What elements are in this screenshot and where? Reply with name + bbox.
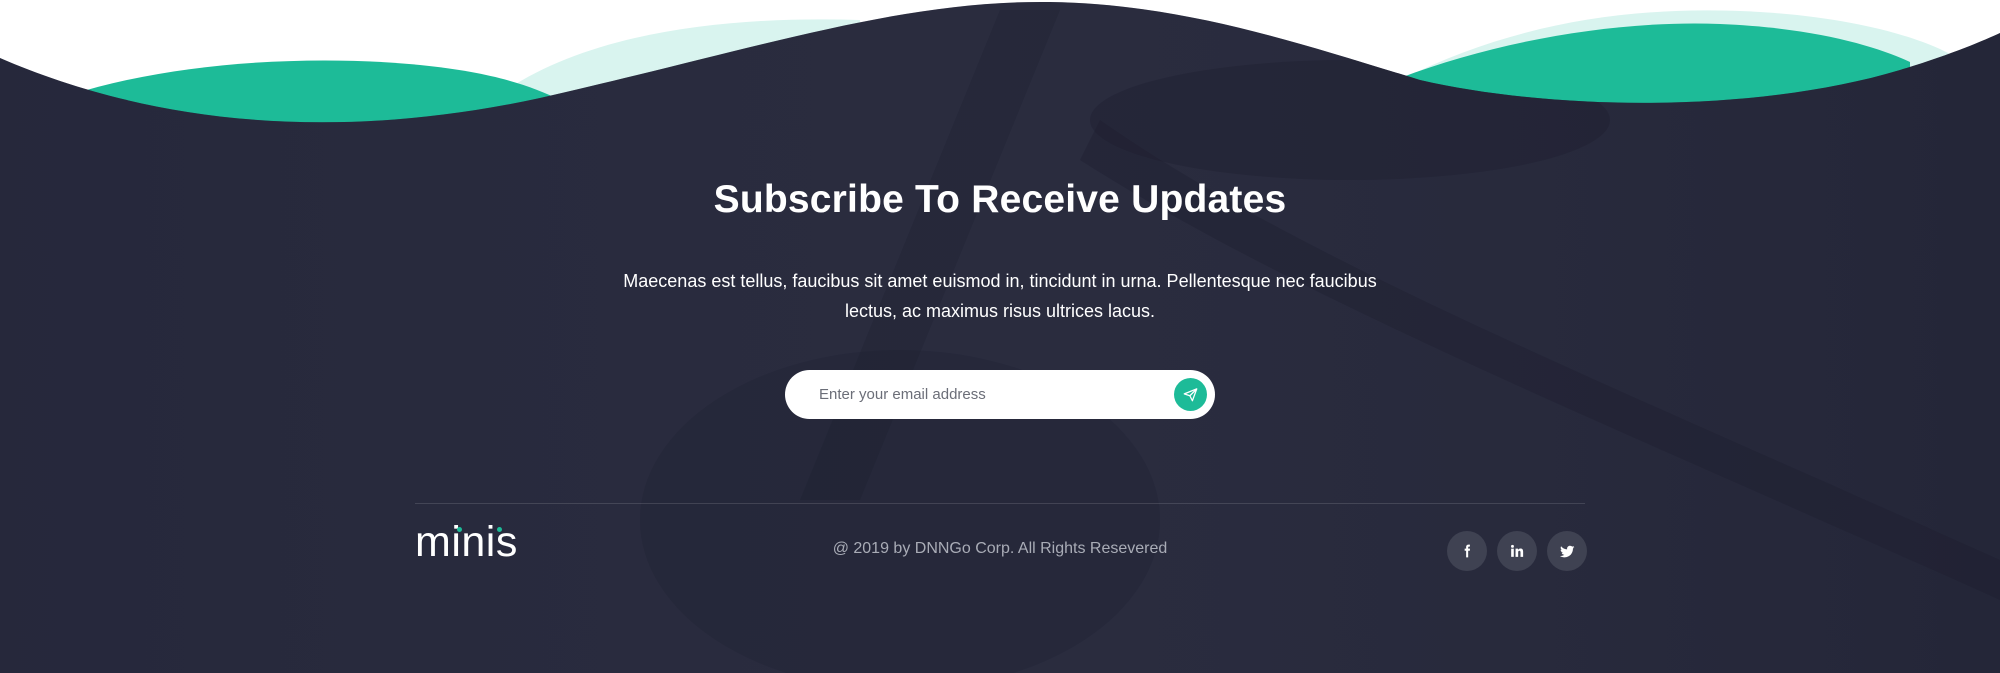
logo-dot-left — [457, 527, 462, 532]
paper-plane-icon — [1183, 388, 1198, 402]
social-links — [1447, 531, 1587, 571]
footer-divider — [415, 503, 1585, 504]
subscribe-title: Subscribe To Receive Updates — [713, 178, 1287, 221]
subscribe-description: Maecenas est tellus, faucibus sit amet e… — [623, 271, 1377, 321]
facebook-link[interactable] — [1447, 531, 1487, 571]
copyright-text: @ 2019 by DNNGo Corp. All Rights Resever… — [832, 540, 1168, 557]
linkedin-icon — [1511, 544, 1524, 557]
facebook-icon — [1464, 544, 1471, 558]
logo-dot-right — [497, 527, 502, 532]
subscribe-submit-button[interactable] — [1174, 378, 1207, 411]
subscribe-footer-section: Subscribe To Receive Updates Maecenas es… — [0, 0, 2000, 673]
content-layer: Subscribe To Receive Updates Maecenas es… — [0, 0, 2000, 673]
linkedin-link[interactable] — [1497, 531, 1537, 571]
twitter-link[interactable] — [1547, 531, 1587, 571]
subscribe-form — [785, 370, 1215, 419]
twitter-icon — [1559, 545, 1574, 557]
email-input[interactable] — [819, 370, 1139, 419]
